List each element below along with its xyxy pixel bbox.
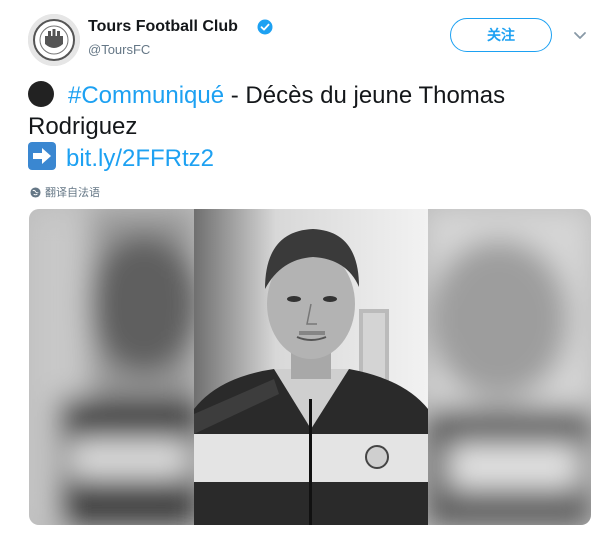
hashtag-link[interactable]: #Communiqué	[68, 82, 224, 109]
tweet-photo[interactable]	[29, 209, 591, 525]
tweet-line-2: Rodriguez	[28, 113, 138, 140]
verified-badge-icon	[257, 19, 273, 35]
translate-tweet-link[interactable]: 翻译自法语	[30, 184, 100, 200]
tweet-line-3: bit.ly/2FFRtz2	[28, 142, 588, 174]
chevron-down-icon[interactable]	[571, 26, 589, 44]
avatar[interactable]	[28, 14, 80, 66]
black-circle-emoji	[28, 81, 54, 107]
display-name[interactable]: Tours Football Club	[88, 18, 238, 36]
follow-button[interactable]: 关注	[450, 18, 552, 52]
user-handle[interactable]: @ToursFC	[88, 42, 150, 57]
translate-label: 翻译自法语	[45, 186, 100, 199]
club-crest-logo	[28, 14, 80, 66]
tweet-headline-text: - Décès du jeune Thomas	[224, 82, 506, 109]
photo-image	[29, 209, 591, 525]
right-arrow-icon	[33, 148, 51, 164]
right-arrow-emoji	[28, 142, 56, 170]
tweet-line-1: #Communiqué - Décès du jeune Thomas	[28, 80, 588, 111]
short-link[interactable]: bit.ly/2FFRtz2	[66, 145, 214, 172]
globe-icon	[30, 186, 41, 198]
tweet-text: #Communiqué - Décès du jeune Thomas Rodr…	[28, 80, 588, 174]
